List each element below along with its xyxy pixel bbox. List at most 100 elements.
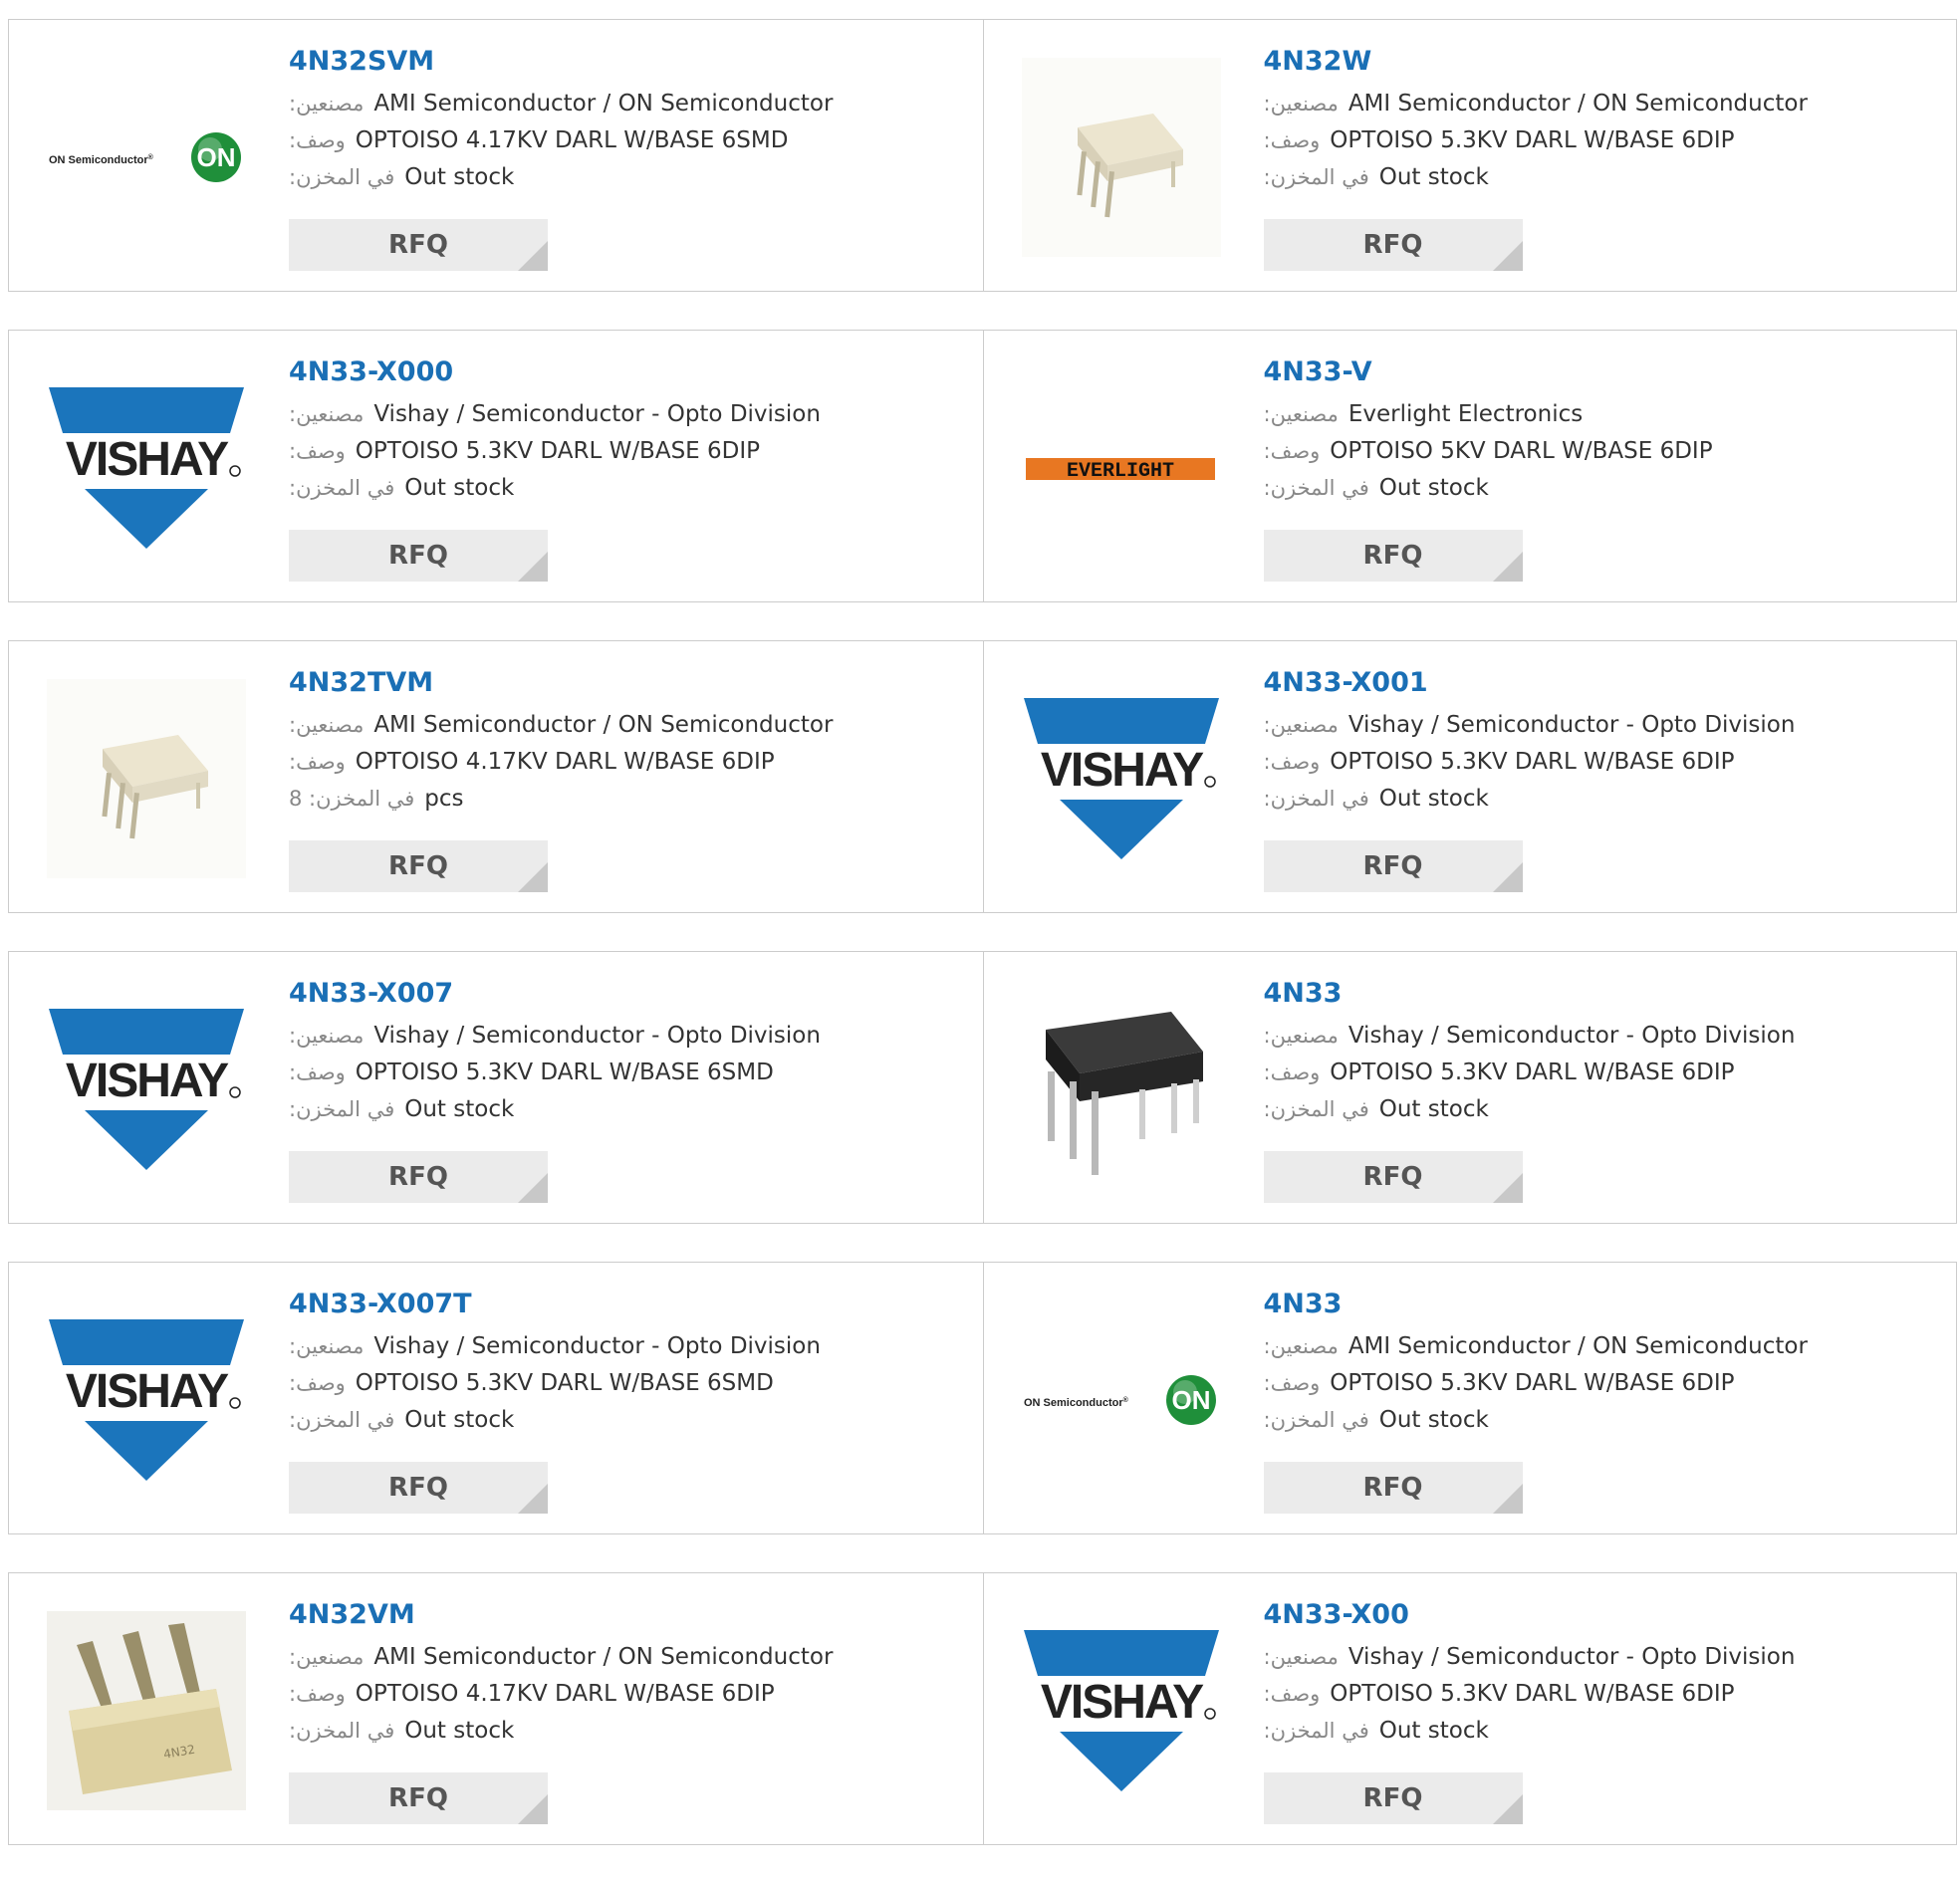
stock-line: :في المخزن Out stock: [289, 1713, 973, 1750]
manufacturer-value: Vishay / Semiconductor - Opto Division: [1348, 1644, 1796, 1670]
vishay-logo-icon: VISHAY: [1023, 698, 1219, 859]
corner-triangle-icon: [1492, 862, 1523, 892]
description-label: :وصف: [1263, 128, 1321, 152]
corner-triangle-icon: [1492, 1794, 1523, 1824]
description-line: :وصف OPTOISO 5.3KV DARL W/BASE 6DIP: [1264, 1365, 1947, 1402]
description-line: :وصف OPTOISO 5.3KV DARL W/BASE 6DIP: [1264, 744, 1947, 781]
manufacturer-label: :مصنعين: [1263, 1645, 1339, 1669]
manufacturer-line: :مصنعين Vishay / Semiconductor - Opto Div…: [1264, 1018, 1947, 1055]
description-label: :وصف: [289, 1371, 346, 1395]
corner-triangle-icon: [1492, 1173, 1523, 1203]
part-number-link[interactable]: 4N33: [1264, 1289, 1947, 1320]
part-number-link[interactable]: 4N33-X007T: [289, 1289, 973, 1320]
dip-chip-white-icon: [47, 679, 246, 878]
manufacturer-label: :مصنعين: [1263, 1024, 1339, 1048]
product-image[interactable]: 4N32: [47, 1611, 246, 1810]
manufacturer-value: AMI Semiconductor / ON Semiconductor: [1348, 91, 1808, 117]
manufacturer-label: :مصنعين: [289, 713, 365, 737]
vishay-logo-icon: VISHAY: [49, 387, 244, 549]
rfq-button[interactable]: RFQ: [1263, 530, 1523, 582]
rfq-label: RFQ: [388, 1473, 448, 1503]
stock-value: Out stock: [404, 1718, 515, 1744]
part-number-link[interactable]: 4N33-X000: [289, 356, 973, 388]
description-value: OPTOISO 5.3KV DARL W/BASE 6DIP: [1330, 1681, 1735, 1707]
product-info: 4N32VM:مصنعين AMI Semiconductor / ON Semi…: [289, 1599, 973, 1750]
rfq-button[interactable]: RFQ: [1263, 840, 1523, 892]
rfq-button[interactable]: RFQ: [289, 1772, 548, 1824]
description-label: :وصف: [289, 750, 346, 774]
stock-value: Out stock: [1378, 1718, 1489, 1744]
stock-line: :في المخزن Out stock: [289, 1402, 973, 1439]
manufacturer-line: :مصنعين AMI Semiconductor / ON Semiconduc…: [1264, 1328, 1947, 1365]
on-semiconductor-logo-icon: ON Semiconductor® ON: [49, 132, 241, 182]
part-number-link[interactable]: 4N33-X001: [1264, 667, 1947, 699]
part-number-link[interactable]: 4N32SVM: [289, 46, 973, 78]
rfq-button[interactable]: RFQ: [1263, 219, 1523, 271]
part-number-link[interactable]: 4N33-X007: [289, 978, 973, 1010]
rfq-button[interactable]: RFQ: [289, 1462, 548, 1514]
product-image[interactable]: VISHAY: [47, 990, 246, 1189]
part-number-link[interactable]: 4N32VM: [289, 1599, 973, 1631]
description-value: OPTOISO 5.3KV DARL W/BASE 6DIP: [1330, 127, 1735, 153]
product-card: ON Semiconductor® ON 4N33 :مصنعين AMI Semico…: [982, 1263, 1957, 1533]
rfq-button[interactable]: RFQ: [1263, 1772, 1523, 1824]
product-image[interactable]: EVERLIGHT: [1022, 368, 1221, 568]
rfq-button[interactable]: RFQ: [1263, 1462, 1523, 1514]
description-label: :وصف: [289, 1060, 346, 1084]
description-label: :وصف: [289, 1682, 346, 1706]
product-image[interactable]: VISHAY: [1022, 1611, 1221, 1810]
manufacturer-line: :مصنعين Vishay / Semiconductor - Opto Div…: [289, 1018, 973, 1055]
everlight-logo-icon: EVERLIGHT: [1025, 458, 1215, 483]
rfq-label: RFQ: [388, 230, 448, 260]
svg-text:VISHAY: VISHAY: [66, 1365, 229, 1418]
stock-line: :في المخزن Out stock: [1264, 159, 1947, 196]
product-image[interactable]: [1021, 58, 1221, 257]
vishay-logo-icon: VISHAY: [49, 1319, 244, 1481]
product-image[interactable]: [47, 679, 246, 878]
rfq-label: RFQ: [1362, 1783, 1423, 1813]
rfq-button[interactable]: RFQ: [1263, 1151, 1523, 1203]
part-number-link[interactable]: 4N32W: [1264, 46, 1947, 78]
product-row: 4N32 4N32VM:مصنعين AMI Semiconductor / ON …: [8, 1572, 1957, 1845]
description-value: OPTOISO 5.3KV DARL W/BASE 6DIP: [1330, 749, 1735, 775]
product-info: 4N32SVM:مصنعين AMI Semiconductor / ON Sem…: [289, 46, 973, 196]
product-image[interactable]: VISHAY: [47, 368, 246, 568]
rfq-button[interactable]: RFQ: [289, 530, 548, 582]
rfq-button[interactable]: RFQ: [289, 219, 548, 271]
manufacturer-value: Vishay / Semiconductor - Opto Division: [373, 401, 821, 427]
product-image[interactable]: VISHAY: [47, 1300, 246, 1500]
svg-text:VISHAY: VISHAY: [1040, 1676, 1203, 1729]
stock-label: :في المخزن: [289, 1719, 395, 1743]
description-line: :وصف OPTOISO 5.3KV DARL W/BASE 6DIP: [289, 433, 973, 470]
rfq-button[interactable]: RFQ: [289, 840, 548, 892]
product-row: VISHAY 4N33-X000:مصنعين Vishay / Semicondu…: [8, 330, 1957, 602]
product-image[interactable]: VISHAY: [1022, 679, 1221, 878]
stock-line: :في المخزن Out stock: [1264, 470, 1947, 507]
part-number-link[interactable]: 4N33-X00: [1264, 1599, 1947, 1631]
product-row: VISHAY 4N33-X007 :مصنعين Vishay / Semicondu…: [8, 951, 1957, 1224]
product-info: 4N33-X007T:مصنعين Vishay / Semiconductor …: [289, 1289, 973, 1439]
stock-line: :في المخزن Out stock: [289, 470, 973, 507]
rfq-button[interactable]: RFQ: [289, 1151, 548, 1203]
product-card: 4N32 4N32VM:مصنعين AMI Semiconductor / ON …: [9, 1573, 983, 1844]
rfq-label: RFQ: [388, 851, 448, 881]
part-number-link[interactable]: 4N33-V: [1264, 356, 1947, 388]
description-value: OPTOISO 5.3KV DARL W/BASE 6DIP: [355, 438, 761, 464]
product-image[interactable]: ON Semiconductor® ON: [47, 58, 246, 257]
stock-label: :في المخزن: [1263, 476, 1369, 500]
manufacturer-line: :مصنعين Everlight Electronics: [1264, 396, 1947, 433]
stock-value: Out stock: [404, 475, 515, 501]
svg-text:ON: ON: [1171, 1385, 1210, 1415]
product-image[interactable]: ON Semiconductor® ON: [1022, 1300, 1221, 1500]
stock-line: :في المخزن Out stock: [289, 1091, 973, 1128]
rfq-label: RFQ: [1362, 851, 1423, 881]
corner-triangle-icon: [1492, 1484, 1523, 1514]
manufacturer-label: :مصنعين: [289, 1645, 365, 1669]
product-info: 4N33-X00 :مصنعين Vishay / Semiconductor - …: [1264, 1599, 1947, 1750]
description-value: OPTOISO 4.17KV DARL W/BASE 6SMD: [355, 127, 789, 153]
description-label: :وصف: [1263, 1060, 1321, 1084]
part-number-link[interactable]: 4N32TVM: [289, 667, 973, 699]
product-image[interactable]: [1021, 990, 1221, 1189]
rfq-label: RFQ: [388, 541, 448, 571]
part-number-link[interactable]: 4N33: [1264, 978, 1947, 1010]
